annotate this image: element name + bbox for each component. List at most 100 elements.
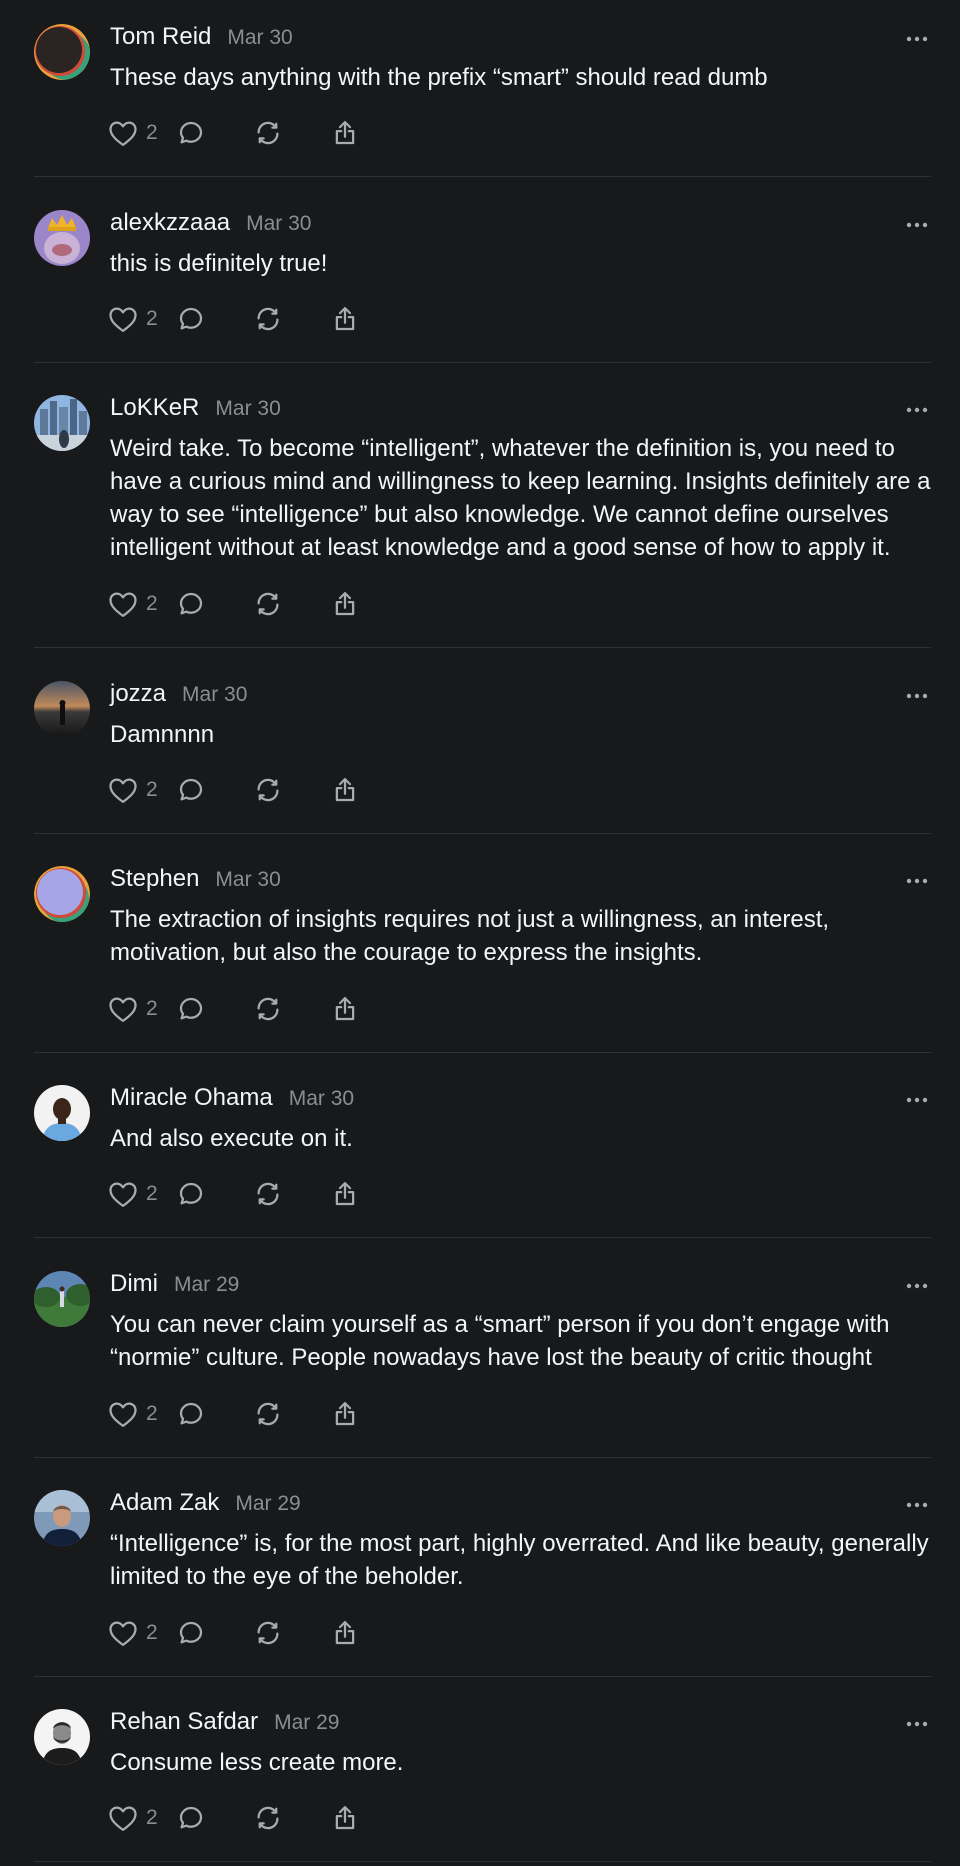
like-count: 2 — [146, 778, 158, 801]
author-name[interactable]: LoKKeR — [110, 394, 199, 422]
like-count: 2 — [146, 307, 158, 330]
comment-button[interactable] — [176, 115, 253, 151]
like-button[interactable]: 2 — [108, 115, 176, 151]
action-bar: 2 — [108, 1396, 407, 1432]
like-button[interactable]: 2 — [108, 991, 176, 1027]
repost-button[interactable] — [253, 1615, 330, 1651]
more-options-icon[interactable] — [902, 683, 932, 709]
post-date[interactable]: Mar 30 — [215, 397, 280, 421]
avatar[interactable] — [34, 24, 90, 80]
more-options-icon[interactable] — [902, 26, 932, 52]
post-date[interactable]: Mar 29 — [235, 1492, 300, 1516]
divider — [34, 647, 931, 648]
comment-button[interactable] — [176, 1800, 253, 1836]
post-date[interactable]: Mar 30 — [182, 683, 247, 707]
avatar[interactable] — [34, 681, 90, 737]
more-options-icon[interactable] — [902, 1273, 932, 1299]
repost-button[interactable] — [253, 1800, 330, 1836]
avatar[interactable] — [34, 210, 90, 266]
avatar[interactable] — [34, 395, 90, 451]
author-name[interactable]: Tom Reid — [110, 23, 211, 51]
reply-meta: Tom Reid Mar 30 — [110, 23, 293, 57]
post-date[interactable]: Mar 30 — [215, 868, 280, 892]
replies-feed: Tom Reid Mar 30 These days anything with… — [0, 0, 960, 1866]
comment-icon — [179, 1402, 203, 1425]
author-name[interactable]: Stephen — [110, 865, 199, 893]
post-date[interactable]: Mar 30 — [289, 1087, 354, 1111]
like-button[interactable]: 2 — [108, 1800, 176, 1836]
author-name[interactable]: Adam Zak — [110, 1489, 219, 1517]
like-button[interactable]: 2 — [108, 1615, 176, 1651]
more-options-icon[interactable] — [902, 1492, 932, 1518]
more-options-icon[interactable] — [902, 1087, 932, 1113]
comment-button[interactable] — [176, 301, 253, 337]
comment-button[interactable] — [176, 1615, 253, 1651]
avatar[interactable] — [34, 1271, 90, 1327]
avatar[interactable] — [34, 1490, 90, 1546]
share-button[interactable] — [330, 1615, 407, 1651]
post-date[interactable]: Mar 29 — [174, 1273, 239, 1297]
repost-button[interactable] — [253, 115, 330, 151]
reply: Adam Zak Mar 29 “Intelligence” is, for t… — [0, 1466, 960, 1676]
like-button[interactable]: 2 — [108, 1396, 176, 1432]
repost-icon — [257, 1402, 279, 1426]
share-button[interactable] — [330, 1800, 407, 1836]
comment-button[interactable] — [176, 991, 253, 1027]
like-button[interactable]: 2 — [108, 1176, 176, 1212]
share-button[interactable] — [330, 1176, 407, 1212]
reply-meta: Stephen Mar 30 — [110, 865, 281, 899]
more-options-icon[interactable] — [902, 212, 932, 238]
share-button[interactable] — [330, 1396, 407, 1432]
post-date[interactable]: Mar 30 — [246, 212, 311, 236]
comment-icon — [179, 1806, 203, 1829]
repost-button[interactable] — [253, 772, 330, 808]
reply-meta: Miracle Ohama Mar 30 — [110, 1084, 354, 1118]
repost-button[interactable] — [253, 301, 330, 337]
share-button[interactable] — [330, 301, 407, 337]
share-button[interactable] — [330, 991, 407, 1027]
repost-button[interactable] — [253, 586, 330, 622]
share-button[interactable] — [330, 586, 407, 622]
comment-button[interactable] — [176, 772, 253, 808]
avatar[interactable] — [34, 1085, 90, 1141]
action-bar: 2 — [108, 586, 407, 622]
reply-text: The extraction of insights requires not … — [110, 906, 830, 966]
share-button[interactable] — [330, 115, 407, 151]
author-name[interactable]: Dimi — [110, 1270, 158, 1298]
reply-text: “Intelligence” is, for the most part, hi… — [110, 1530, 929, 1590]
repost-button[interactable] — [253, 1396, 330, 1432]
author-name[interactable]: Miracle Ohama — [110, 1084, 273, 1112]
like-count: 2 — [146, 1621, 158, 1644]
reply-meta: Adam Zak Mar 29 — [110, 1489, 301, 1523]
like-button[interactable]: 2 — [108, 301, 176, 337]
repost-button[interactable] — [253, 991, 330, 1027]
like-count: 2 — [146, 1182, 158, 1205]
repost-button[interactable] — [253, 1176, 330, 1212]
like-button[interactable]: 2 — [108, 586, 176, 622]
comment-button[interactable] — [176, 586, 253, 622]
reply-text: Damnnnn — [110, 721, 215, 748]
heart-icon — [109, 1621, 137, 1646]
share-button[interactable] — [330, 772, 407, 808]
more-options-icon[interactable] — [902, 1711, 932, 1737]
divider — [34, 362, 931, 363]
repost-icon — [257, 1806, 279, 1830]
reply: Dimi Mar 29 You can never claim yourself… — [0, 1247, 960, 1457]
share-icon — [335, 1806, 355, 1830]
avatar[interactable] — [34, 866, 90, 922]
author-name[interactable]: Rehan Safdar — [110, 1708, 258, 1736]
avatar[interactable] — [34, 1709, 90, 1765]
comment-button[interactable] — [176, 1396, 253, 1432]
like-button[interactable]: 2 — [108, 772, 176, 808]
comment-button[interactable] — [176, 1176, 253, 1212]
author-name[interactable]: alexkzzaaa — [110, 209, 230, 237]
post-date[interactable]: Mar 29 — [274, 1711, 339, 1735]
post-date[interactable]: Mar 30 — [227, 26, 292, 50]
more-options-icon[interactable] — [902, 868, 932, 894]
heart-icon — [109, 778, 137, 803]
comment-icon — [179, 307, 203, 330]
author-name[interactable]: jozza — [110, 680, 166, 708]
comment-icon — [179, 997, 203, 1020]
more-options-icon[interactable] — [902, 397, 932, 423]
reply-text: These days anything with the prefix “sma… — [110, 64, 768, 91]
